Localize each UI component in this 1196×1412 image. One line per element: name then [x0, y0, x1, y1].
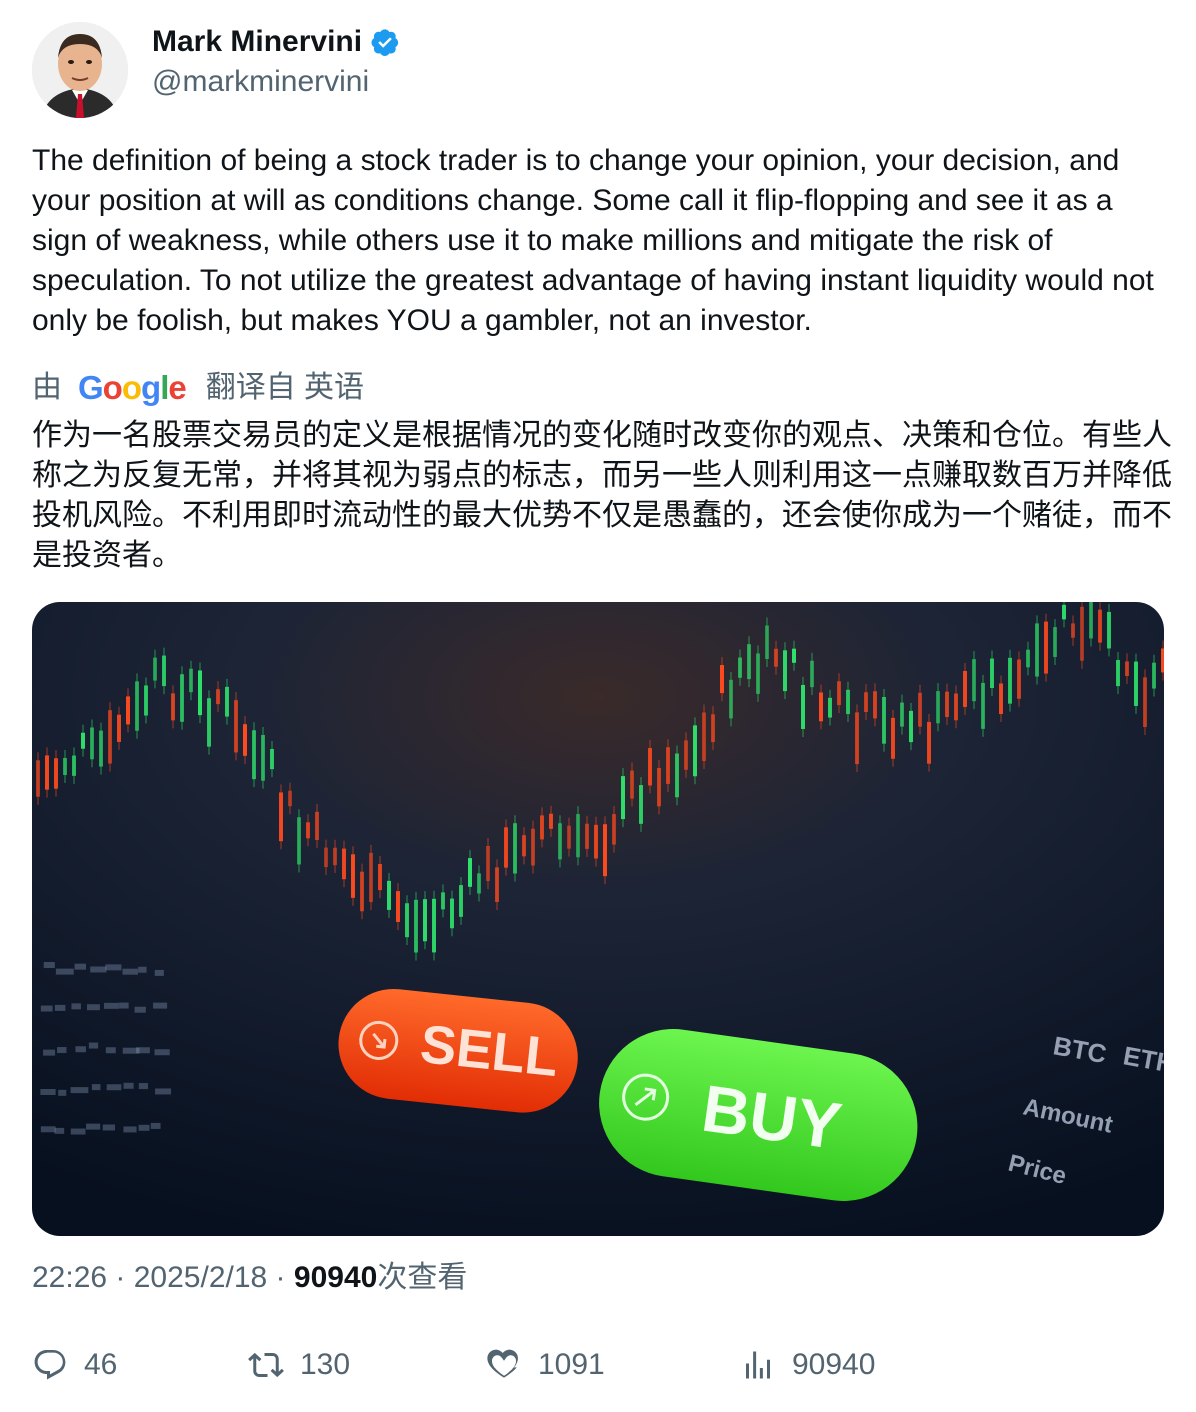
- data-block: [74, 963, 87, 970]
- data-block: [86, 1123, 101, 1130]
- tweet-date[interactable]: 2025/2/18: [134, 1261, 267, 1294]
- data-block: [105, 1047, 116, 1054]
- data-block: [70, 1087, 89, 1094]
- data-block: [123, 1082, 134, 1089]
- tweet-media-image[interactable]: SELL BUY BTC ETH Amount Price: [32, 602, 1164, 1236]
- views-suffix: 次查看: [377, 1261, 468, 1294]
- data-block: [54, 1127, 65, 1134]
- data-block: [71, 1003, 81, 1010]
- data-block: [102, 1124, 116, 1131]
- data-block: [75, 1046, 86, 1053]
- data-block: [138, 1083, 148, 1090]
- data-block: [138, 966, 147, 973]
- data-block: [40, 1126, 56, 1133]
- verified-badge-icon: [370, 27, 400, 57]
- like-count: 1091: [538, 1348, 605, 1381]
- data-block: [105, 964, 122, 971]
- tweet-time[interactable]: 22:26: [32, 1261, 107, 1294]
- tweet-meta: 22:26 · 2025/2/18 · 90940次查看: [32, 1258, 467, 1298]
- reply-count: 46: [84, 1348, 118, 1381]
- views-count: 90940: [293, 1261, 378, 1294]
- data-block: [154, 969, 164, 976]
- data-block: [122, 968, 138, 975]
- reply-icon: [34, 1350, 66, 1380]
- data-block: [43, 962, 55, 969]
- data-block: [88, 1042, 99, 1049]
- data-block: [136, 1047, 150, 1054]
- data-block: [106, 1084, 122, 1091]
- data-block: [40, 1005, 53, 1012]
- data-block: [104, 1002, 119, 1009]
- data-block: [150, 1122, 161, 1129]
- meta-separator: ·: [107, 1261, 134, 1294]
- like-icon: [487, 1349, 518, 1378]
- views-icon: [746, 1351, 770, 1379]
- views-count-action: 90940: [792, 1348, 876, 1381]
- data-block: [55, 968, 74, 975]
- data-block: [90, 966, 107, 973]
- translation-suffix: 翻译自 英语: [205, 371, 365, 404]
- retweet-button[interactable]: 130: [248, 1345, 350, 1385]
- data-block: [57, 1047, 67, 1054]
- data-block: [40, 1088, 56, 1095]
- data-block: [119, 1002, 129, 1009]
- retweet-count: 130: [300, 1348, 351, 1381]
- data-block: [58, 1089, 67, 1096]
- tweet-text: The definition of being a stock trader i…: [32, 144, 1154, 337]
- avatar[interactable]: [32, 22, 128, 118]
- translation-attribution[interactable]: 由 Google 翻译自 英语: [32, 368, 364, 408]
- data-block: [54, 1004, 66, 1011]
- meta-separator-2: ·: [267, 1261, 294, 1294]
- reply-button[interactable]: 46: [32, 1345, 117, 1385]
- data-block: [138, 1124, 150, 1131]
- user-handle[interactable]: @markminervini: [152, 62, 369, 102]
- translation-prefix: 由: [32, 371, 62, 404]
- avatar-caricature: [32, 22, 128, 118]
- data-block: [123, 1126, 137, 1133]
- data-block: [155, 1088, 172, 1095]
- data-block: [43, 1049, 56, 1056]
- views-button[interactable]: 90940: [740, 1345, 875, 1385]
- google-logo: Google: [78, 369, 187, 406]
- data-block: [154, 1049, 170, 1056]
- data-block: [91, 1084, 101, 1091]
- like-button[interactable]: 1091: [486, 1345, 605, 1385]
- data-block: [70, 1128, 86, 1135]
- action-bar: 46 130 1091 90940: [0, 1345, 1196, 1389]
- display-name[interactable]: Mark Minervini: [152, 22, 362, 62]
- data-block: [134, 1006, 146, 1013]
- retweet-icon: [248, 1352, 284, 1378]
- data-block: [153, 1002, 168, 1009]
- translated-text: 作为一名股票交易员的定义是根据情况的变化随时改变你的观点、决策和仓位。有些人称之…: [32, 419, 1172, 572]
- data-block: [87, 1004, 100, 1011]
